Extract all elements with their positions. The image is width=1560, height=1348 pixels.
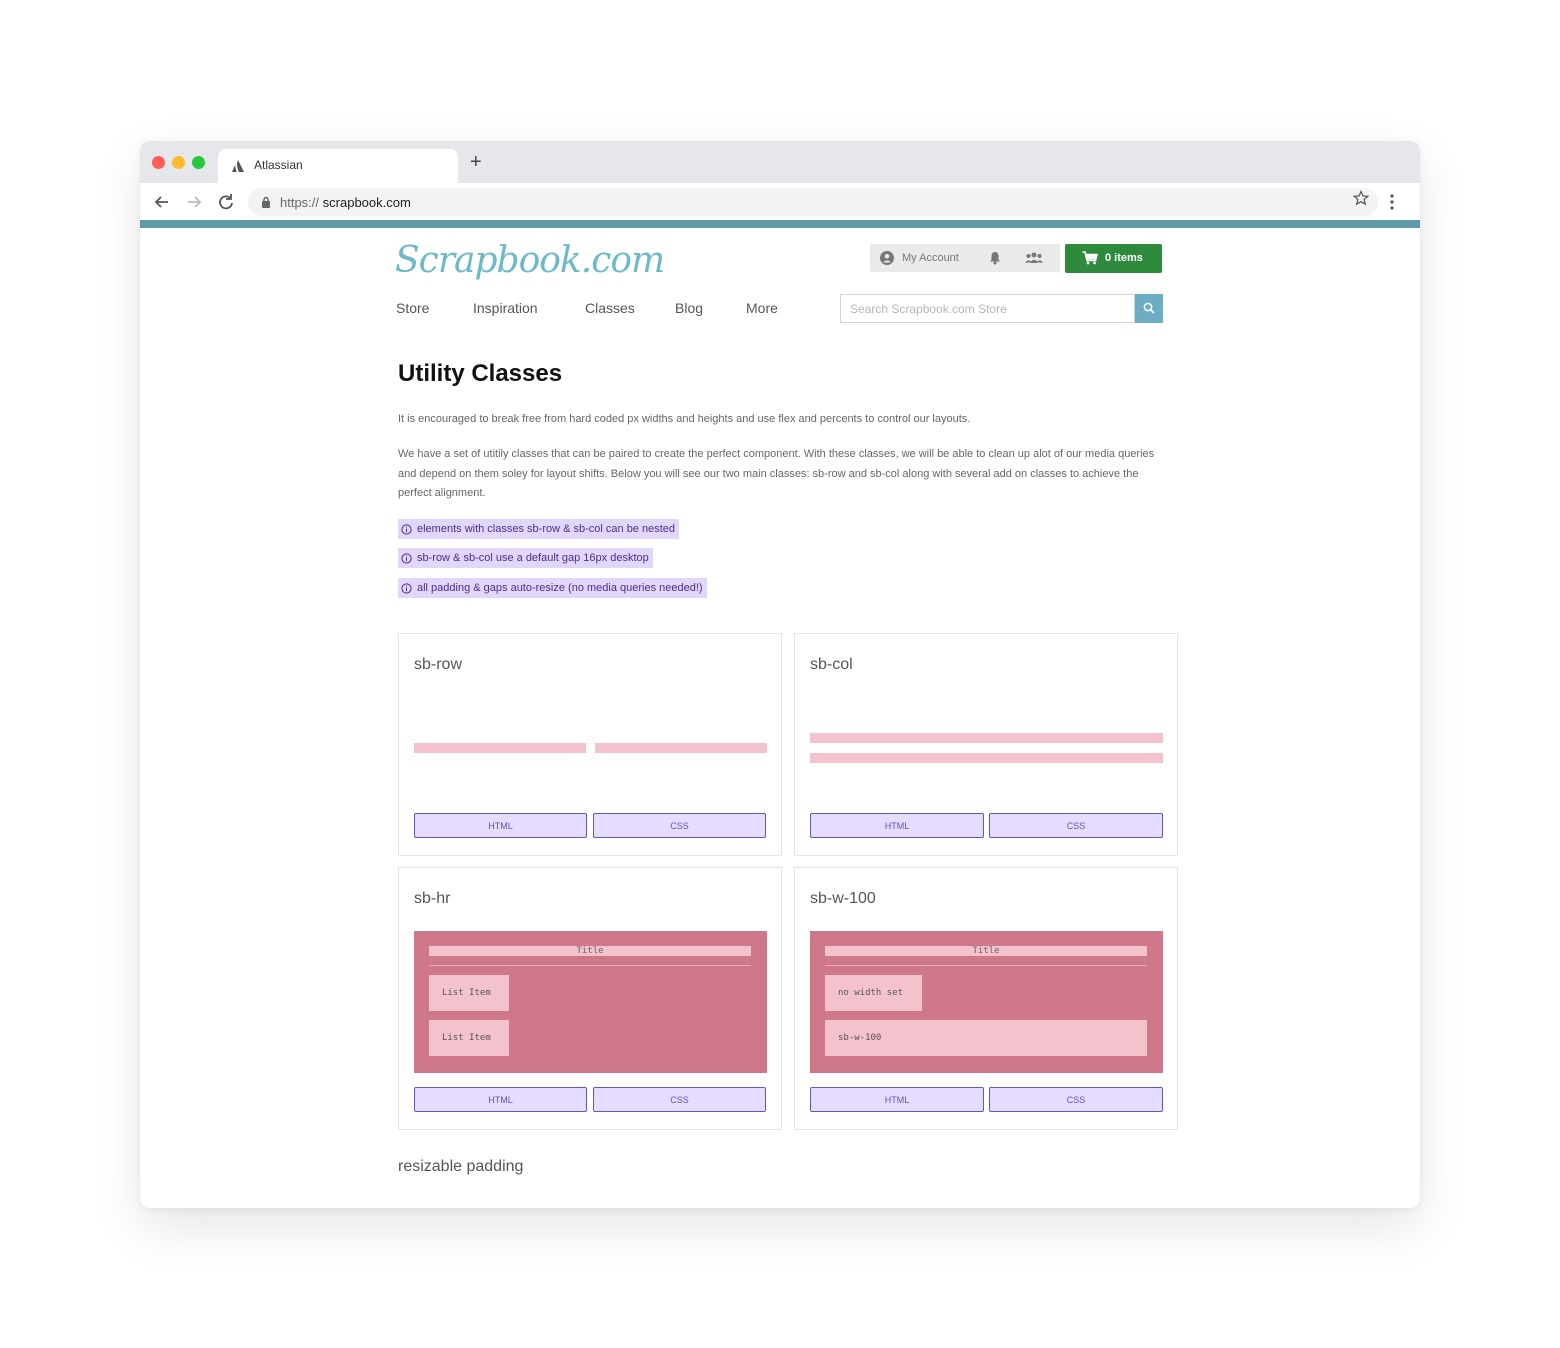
card-title: sb-row [414, 656, 463, 673]
info-note: sb-row & sb-col use a default gap 16px d… [398, 548, 653, 568]
nav-item-inspiration[interactable]: Inspiration [473, 300, 538, 316]
close-window-button[interactable] [152, 156, 165, 169]
user-circle-icon [880, 251, 894, 265]
search-button[interactable] [1135, 294, 1163, 323]
minimize-window-button[interactable] [172, 156, 185, 169]
list-item: List Item [429, 1020, 509, 1056]
section-heading-resizable-padding: resizable padding [398, 1158, 524, 1175]
body-paragraph: We have a set of utitily classes that ca… [398, 448, 1155, 499]
css-button[interactable]: CSS [593, 813, 766, 838]
demo-divider [825, 965, 1147, 966]
info-note-text: sb-row & sb-col use a default gap 16px d… [417, 552, 649, 564]
page-title: Utility Classes [398, 360, 563, 387]
tab-title: Atlassian [254, 158, 303, 172]
card-sb-hr: sb-hr Title List Item List Item HTML CSS [398, 867, 782, 1130]
info-note: all padding & gaps auto-resize (no media… [398, 578, 707, 598]
nav-item-more[interactable]: More [746, 300, 778, 316]
col-demo-cell [810, 753, 1163, 763]
bookmark-star-icon[interactable] [1353, 190, 1369, 206]
menu-kebab-icon[interactable] [1390, 193, 1394, 211]
nav-item-blog[interactable]: Blog [675, 300, 703, 316]
atlassian-icon [232, 160, 244, 172]
row-demo-cell [595, 743, 767, 753]
info-note: elements with classes sb-row & sb-col ca… [398, 519, 680, 539]
list-item: List Item [429, 975, 509, 1011]
full-width-item: sb-w-100 [825, 1020, 1147, 1056]
search-input[interactable] [841, 295, 1109, 322]
search-icon [1143, 302, 1155, 314]
card-sb-row: sb-row HTML CSS [398, 633, 782, 856]
header-accent-bar [140, 220, 1420, 228]
info-icon [401, 552, 412, 564]
card-title: sb-col [810, 656, 853, 673]
css-button[interactable]: CSS [989, 1087, 1163, 1112]
no-width-item: no width set [825, 975, 922, 1011]
card-title: sb-hr [414, 890, 451, 907]
back-icon[interactable] [152, 192, 172, 212]
account-toolbar: My Account [870, 244, 1060, 272]
cart-button[interactable]: 0 items [1065, 244, 1162, 273]
browser-tab[interactable]: Atlassian [218, 149, 458, 183]
row-demo-cell [414, 743, 586, 753]
demo-title: Title [825, 946, 1147, 956]
demo-title: Title [429, 946, 751, 956]
url-text: https:// scrapbook.com [280, 195, 411, 210]
my-account-link[interactable]: My Account [902, 252, 959, 264]
card-sb-w-100: sb-w-100 Title no width set sb-w-100 HTM… [794, 867, 1178, 1130]
info-note-text: all padding & gaps auto-resize (no media… [417, 582, 703, 594]
info-icon [401, 582, 412, 594]
nav-item-store[interactable]: Store [396, 300, 429, 316]
nav-item-classes[interactable]: Classes [585, 300, 635, 316]
lock-icon [262, 196, 270, 208]
site-logo[interactable]: Scrapbook.com [395, 240, 665, 281]
info-icon [401, 523, 412, 535]
bell-icon[interactable] [988, 251, 1002, 265]
url-field[interactable]: https:// scrapbook.com [248, 188, 1378, 216]
col-demo-cell [810, 733, 1163, 743]
website: Scrapbook.com My Account 0 items Store I… [140, 228, 1420, 1208]
reload-icon[interactable] [216, 192, 236, 212]
css-button[interactable]: CSS [593, 1087, 766, 1112]
html-button[interactable]: HTML [810, 1087, 984, 1112]
address-bar: https:// scrapbook.com [140, 183, 1420, 221]
hr-demo-box: Title List Item List Item [414, 931, 767, 1073]
card-sb-col: sb-col HTML CSS [794, 633, 1178, 856]
css-button[interactable]: CSS [989, 813, 1163, 838]
users-group-icon[interactable] [1024, 251, 1044, 265]
tab-bar: Atlassian + [140, 141, 1420, 183]
maximize-window-button[interactable] [192, 156, 205, 169]
card-title: sb-w-100 [810, 890, 876, 907]
new-tab-button[interactable]: + [470, 152, 482, 172]
cart-label: 0 items [1105, 252, 1143, 264]
html-button[interactable]: HTML [810, 813, 984, 838]
forward-icon[interactable] [184, 192, 204, 212]
info-note-text: elements with classes sb-row & sb-col ca… [417, 523, 676, 535]
shopping-cart-icon [1082, 251, 1098, 265]
html-button[interactable]: HTML [414, 1087, 587, 1112]
demo-divider [429, 965, 751, 966]
intro-paragraph: It is encouraged to break free from hard… [398, 413, 971, 425]
store-search [840, 294, 1163, 323]
browser-window: Atlassian + https:// scrapbook.com Scrap… [140, 141, 1420, 1208]
html-button[interactable]: HTML [414, 813, 587, 838]
w100-demo-box: Title no width set sb-w-100 [810, 931, 1163, 1073]
